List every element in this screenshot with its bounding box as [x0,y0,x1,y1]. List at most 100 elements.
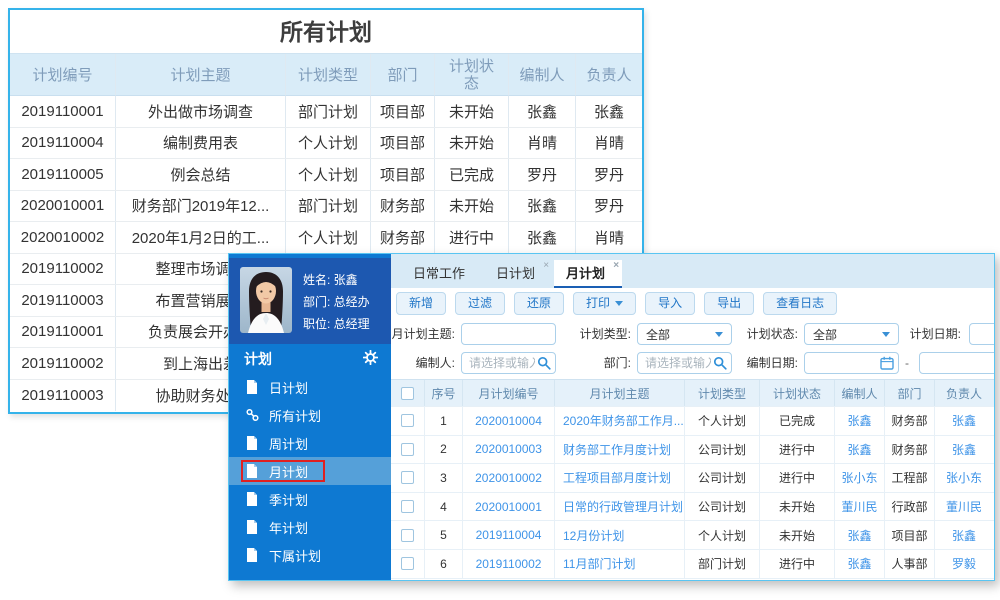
button-label: 新增 [409,295,434,310]
plan-date-input[interactable] [969,323,994,345]
chevron-down-icon [715,331,723,337]
打印-button[interactable]: 打印 [573,291,637,315]
filter-panel: 月计划主题: 计划类型: 全部 计划状态: 全部 计划日期: 编制人: 请选择或… [391,318,994,379]
table-cell: 项目部 [371,159,435,190]
button-label: 还原 [527,295,552,310]
tab-label: 日常工作 [413,266,466,281]
cell-link[interactable]: 2020010004 [463,407,555,435]
sidebar-item-年计划[interactable]: 年计划 [229,513,391,541]
table-cell: 个人计划 [286,127,371,158]
close-icon[interactable]: × [543,260,549,272]
cell-link[interactable]: 董川民 [935,493,993,521]
column-header: 计划类型 [685,380,760,406]
cell-link[interactable]: 张鑫 [835,549,885,578]
cell-link[interactable]: 张鑫 [835,407,885,435]
sidebar-item-所有计划[interactable]: 所有计划 [229,401,391,429]
过滤-button[interactable]: 过滤 [455,291,506,315]
table-cell: 编制费用表 [116,127,286,158]
column-header: 序号 [425,380,463,406]
sidebar-item-周计划[interactable]: 周计划 [229,429,391,457]
row-checkbox[interactable] [401,557,414,571]
cell-link[interactable]: 董川民 [835,492,885,521]
table-row: 3 2020010002 工程项目部月度计划 公司计划 进行中 张小东 工程部 张小东 [391,464,994,493]
plan-status-select[interactable]: 全部 [804,323,899,345]
column-header: 计划状态 [760,380,835,406]
table-row: 6 2019110002 11月部门计划 部门计划 进行中 张鑫 人事部 罗毅 [391,549,994,579]
还原-button[interactable]: 还原 [514,291,565,315]
cell-link[interactable]: 日常的行政管理月计划 [555,492,685,521]
cell-link[interactable]: 工程项目部月度计划 [555,464,685,492]
checkbox-cell [391,549,425,578]
row-checkbox[interactable] [401,471,414,485]
row-checkbox[interactable] [401,414,414,428]
table-cell: 2020010001 [10,190,116,221]
sidebar-item-下属计划[interactable]: 下属计划 [229,541,391,569]
table-cell: 进行中 [760,549,835,578]
cell-link[interactable]: 张小东 [835,464,885,492]
cell-link[interactable]: 张鑫 [935,436,993,464]
cell-link[interactable]: 张鑫 [835,521,885,549]
plan-type-value: 全部 [646,327,671,342]
sidebar-item-月计划[interactable]: 月计划 [229,457,391,485]
button-label: 导出 [717,295,742,310]
导入-button[interactable]: 导入 [645,291,696,315]
sidebar-menu: 日计划 所有计划周计划月计划 季计划 年计划 下属计划 [229,373,391,569]
table-cell: 个人计划 [685,521,760,549]
plan-type-select[interactable]: 全部 [637,323,732,345]
close-icon[interactable]: × [613,260,619,272]
table-row: 2019110004 编制费用表 个人计划 项目部 未开始 肖晴 肖晴 [10,127,642,159]
cell-link[interactable]: 12月份计划 [555,521,685,549]
sidebar-item-日计划[interactable]: 日计划 [229,373,391,401]
column-header: 计划主题 [116,54,286,96]
cell-link[interactable]: 张小东 [935,464,993,492]
table-cell: 个人计划 [286,159,371,190]
sidebar-item-label: 周计划 [269,436,309,452]
select-all-checkbox[interactable] [401,386,414,400]
cell-link[interactable]: 张鑫 [935,407,993,435]
row-checkbox[interactable] [401,528,414,542]
tab-日常工作[interactable]: 日常工作 [401,260,482,288]
cell-link[interactable]: 2020010001 [463,492,555,521]
tab-日计划[interactable]: 日计划 × [484,260,552,288]
新增-button[interactable]: 新增 [396,291,447,315]
table-cell: 部门计划 [685,549,760,578]
checkbox-cell [391,435,425,464]
table-cell: 肖晴 [593,135,624,153]
avatar [240,267,292,333]
table-cell: 项目部 [371,96,435,127]
table-cell: 外出做市场调查 [116,96,286,127]
monthly-plan-table: 序号 月计划编号 月计划主题 计划类型 计划状态 编制人 部门 负责人 1 2020010004… [391,379,994,580]
cell-link[interactable]: 2019110002 [463,549,555,578]
table-cell: 进行中 [760,464,835,492]
sidebar-item-季计划[interactable]: 季计划 [229,485,391,513]
table-cell: 未开始 [760,492,835,521]
cell-link[interactable]: 财务部工作月度计划 [555,435,685,464]
table-row: 1 2020010004 2020年财务部工作月... 个人计划 已完成 张鑫 财务部 张鑫 [391,407,994,436]
table-cell: 2019110004 [10,127,116,158]
user-profile: 姓名: 张鑫 部门: 总经办 职位: 总经理 [229,258,391,344]
导出-button[interactable]: 导出 [704,291,755,315]
plan-date-field [969,323,994,345]
row-checkbox[interactable] [401,442,414,456]
table-cell: 进行中 [760,435,835,464]
table-cell: 张鑫 [509,190,576,221]
header-checkbox-cell [391,380,425,406]
cell-link[interactable]: 张鑫 [835,435,885,464]
cell-link[interactable]: 2019110004 [463,521,555,549]
table-cell: 4 [425,492,463,521]
row-checkbox[interactable] [401,500,414,514]
created-date-end-input[interactable] [919,352,994,374]
doc-icon [246,548,259,562]
button-label: 打印 [586,295,611,310]
tab-月计划[interactable]: 月计划 × [554,260,623,288]
content-area: 日常工作 日计划 × 月计划 × 新增 过滤 还原 打印 导入 导出 查看日志 月计划主题: 计划类… [391,254,994,580]
gear-icon[interactable] [362,349,379,368]
cell-link[interactable]: 2020年财务部工作月... [555,407,685,435]
cell-link[interactable]: 张鑫 [935,521,993,549]
cell-link[interactable]: 罗毅 [935,550,993,578]
cell-link[interactable]: 2020010003 [463,435,555,464]
table-cell: 未开始 [760,521,835,549]
查看日志-button[interactable]: 查看日志 [763,291,838,315]
cell-link[interactable]: 11月部门计划 [555,549,685,578]
cell-link[interactable]: 2020010002 [463,464,555,492]
